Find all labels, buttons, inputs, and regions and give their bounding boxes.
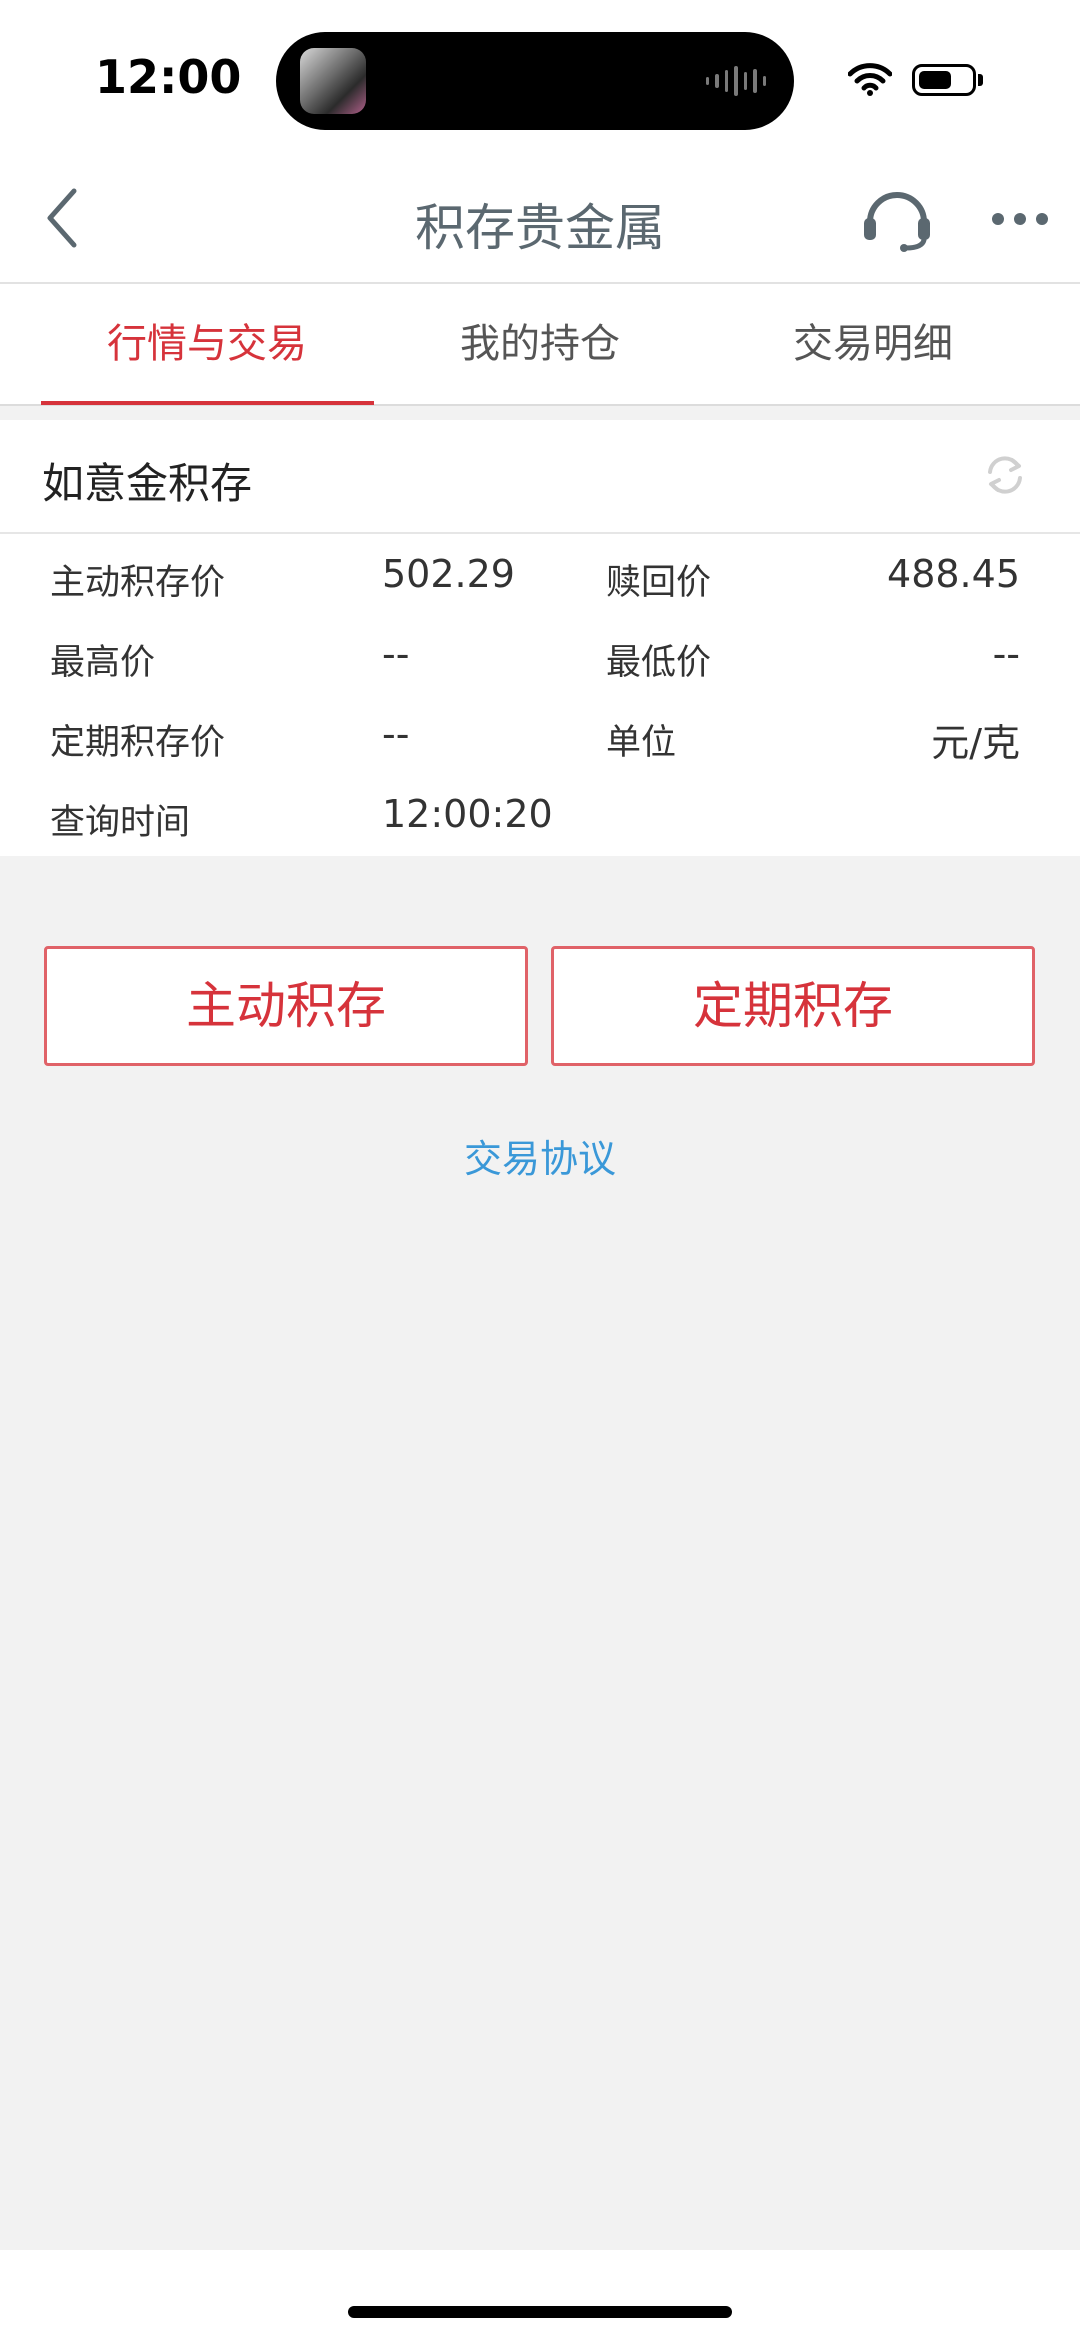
fixed-price-label: 定期积存价 xyxy=(50,723,226,763)
high-price-label: 最高价 xyxy=(50,643,156,683)
dynamic-island[interactable] xyxy=(276,32,794,130)
bottom-safe-area xyxy=(0,2250,1080,2341)
unit-value: 元/克 xyxy=(931,721,1020,765)
refresh-icon[interactable] xyxy=(982,452,1028,498)
status-bar: 12:00 xyxy=(0,0,1080,150)
battery-cap xyxy=(978,74,983,86)
wifi-icon xyxy=(848,63,892,96)
fixed-save-button[interactable]: 定期积存 xyxy=(551,946,1035,1066)
tab-my-holdings[interactable]: 我的持仓 xyxy=(373,284,707,404)
high-price-value: -- xyxy=(382,632,410,676)
battery-icon xyxy=(912,64,976,96)
audio-waveform-icon xyxy=(706,65,766,97)
trade-agreement-link[interactable]: 交易协议 xyxy=(0,1128,1080,1183)
redeem-price-label: 赎回价 xyxy=(606,563,712,603)
tab-bar: 行情与交易 我的持仓 交易明细 xyxy=(0,284,1080,406)
now-playing-artwork xyxy=(300,48,366,114)
product-name: 如意金积存 xyxy=(42,459,253,508)
tab-market-trading[interactable]: 行情与交易 xyxy=(40,284,374,404)
redeem-price-value: 488.45 xyxy=(887,552,1020,596)
low-price-value: -- xyxy=(992,632,1020,676)
fixed-price-value: -- xyxy=(382,712,410,756)
headset-icon[interactable] xyxy=(862,186,932,252)
screen: 12:00 积存贵金属 行情与交易 我的持仓 交易明细 如意金积存 主动积存价 … xyxy=(0,0,1080,2341)
price-panel: 主动积存价 502.29 赎回价 488.45 最高价 -- 最低价 -- 定期… xyxy=(0,534,1080,856)
navigation-bar: 积存贵金属 xyxy=(0,150,1080,284)
home-indicator[interactable] xyxy=(348,2306,732,2318)
low-price-label: 最低价 xyxy=(606,643,712,683)
active-tab-indicator xyxy=(41,401,374,405)
active-price-value: 502.29 xyxy=(382,552,515,596)
active-save-button[interactable]: 主动积存 xyxy=(44,946,528,1066)
tab-trade-details[interactable]: 交易明细 xyxy=(706,284,1040,404)
status-time: 12:00 xyxy=(95,50,242,104)
active-price-label: 主动积存价 xyxy=(50,563,226,603)
more-dots-icon[interactable] xyxy=(990,210,1050,228)
unit-label: 单位 xyxy=(606,723,677,763)
query-time-label: 查询时间 xyxy=(50,803,191,843)
query-time-value: 12:00:20 xyxy=(382,792,553,836)
product-header: 如意金积存 xyxy=(0,420,1080,534)
